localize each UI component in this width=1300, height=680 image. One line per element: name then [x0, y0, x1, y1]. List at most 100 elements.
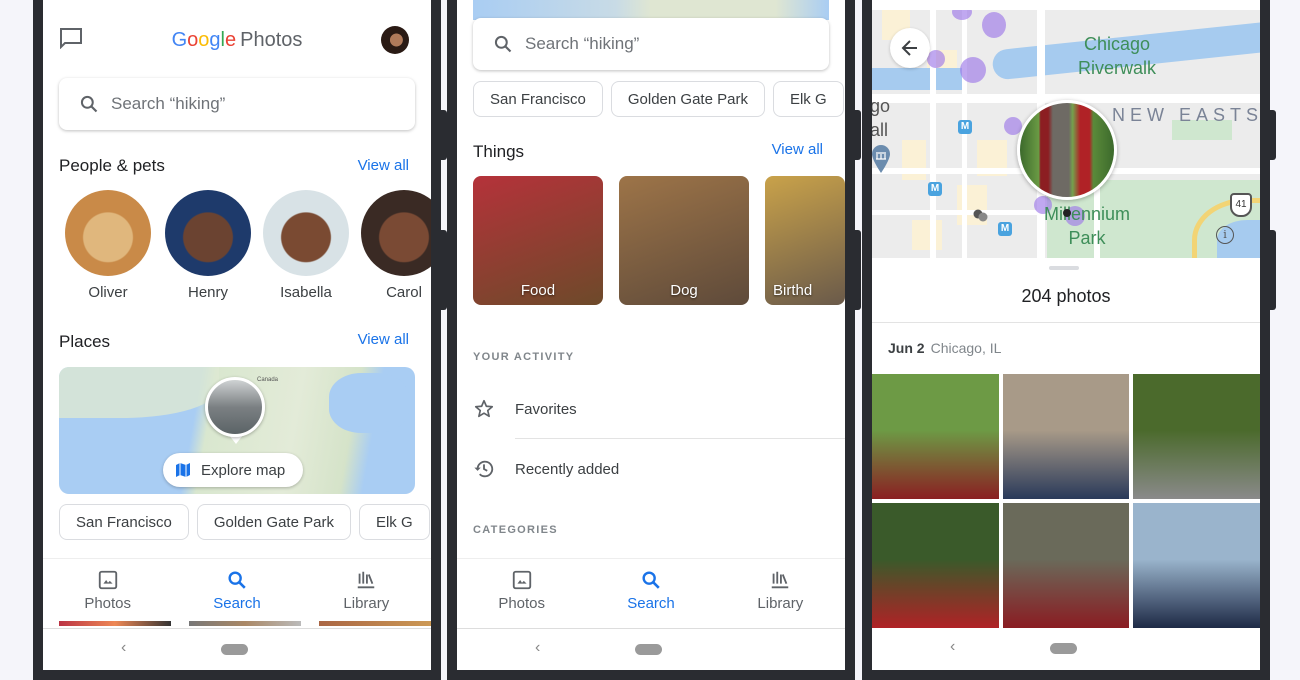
account-avatar[interactable]	[381, 26, 409, 54]
map-road	[962, 10, 967, 258]
peek-photo	[59, 621, 171, 626]
photo-thumbnail[interactable]	[872, 374, 999, 499]
place-chip[interactable]: Golden Gate Park	[610, 81, 765, 117]
place-chip[interactable]: San Francisco	[59, 504, 189, 540]
info-icon[interactable]: i	[1216, 226, 1234, 244]
people-carousel: Oliver Henry Isabella Carol	[63, 190, 431, 310]
screen: Google Photos Search “hiking” People & pe…	[43, 0, 431, 670]
system-back-button[interactable]: ‹	[535, 639, 540, 657]
side-button	[855, 110, 861, 160]
logo-letter: o	[187, 29, 199, 51]
things-view-all-link[interactable]: View all	[772, 141, 823, 158]
photo-thumbnail[interactable]	[872, 503, 999, 628]
back-button[interactable]	[890, 28, 930, 68]
thing-label: Birthd	[773, 282, 813, 299]
logo-letter: e	[225, 29, 237, 51]
map-road	[872, 210, 1052, 215]
photo-icon	[98, 570, 117, 590]
map-preview-edge	[473, 0, 829, 20]
search-placeholder: Search “hiking”	[525, 34, 640, 53]
thing-card[interactable]: Food	[473, 176, 603, 305]
things-carousel: Food Dog Birthd	[473, 176, 845, 306]
nav-search[interactable]: Search	[586, 559, 715, 626]
nav-photos[interactable]: Photos	[457, 559, 586, 626]
peek-photo	[319, 621, 431, 626]
system-home-button[interactable]	[635, 644, 662, 655]
map-icon	[176, 463, 190, 477]
thing-card[interactable]: Birthd	[765, 176, 845, 305]
divider	[872, 322, 1260, 323]
nav-search[interactable]: Search	[172, 559, 301, 626]
favorites-item[interactable]: Favorites	[457, 381, 845, 437]
system-back-button[interactable]: ‹	[950, 638, 955, 656]
thing-label: Food	[520, 282, 556, 299]
system-back-button[interactable]: ‹	[121, 639, 126, 657]
map-photo-pin[interactable]	[1017, 100, 1117, 200]
map-label-riverwalk: Chicago Riverwalk	[1077, 34, 1156, 78]
person-item[interactable]: Carol	[359, 190, 431, 301]
search-icon	[228, 571, 246, 589]
place-chip[interactable]: Elk G	[772, 81, 844, 117]
google-photos-logo: Google Photos	[43, 29, 431, 52]
camera-cluster-icon	[973, 209, 988, 222]
place-map[interactable]: Chicago Riverwalk NEW EASTSI Millennium …	[872, 10, 1260, 258]
metro-icon: M	[928, 182, 942, 196]
recently-added-item[interactable]: Recently added	[457, 441, 845, 497]
nav-label: Library	[757, 595, 804, 612]
places-map-preview[interactable]: Canada Explore map	[59, 367, 415, 494]
system-nav-bar: ‹	[872, 628, 1260, 670]
phone-search-scrolled: Search “hiking” San Francisco Golden Gat…	[447, 0, 861, 680]
favorites-label: Favorites	[515, 400, 577, 418]
nav-library[interactable]: Library	[302, 559, 431, 626]
photo-thumbnail[interactable]	[1002, 374, 1130, 499]
map-block	[902, 140, 926, 180]
person-name: Isabella	[280, 284, 332, 301]
map-block	[912, 220, 942, 250]
person-item[interactable]: Henry	[163, 190, 253, 301]
places-view-all-link[interactable]: View all	[358, 331, 409, 348]
nav-label: Photos	[498, 595, 546, 612]
explore-map-button[interactable]: Explore map	[163, 453, 304, 487]
place-chip[interactable]: San Francisco	[473, 81, 603, 117]
map-label-district: NEW EASTSI	[1112, 105, 1260, 125]
person-face	[361, 190, 431, 276]
photo-thumbnail[interactable]	[1133, 503, 1260, 628]
photo-density-dot	[927, 50, 945, 68]
map-label: Canada	[257, 377, 279, 383]
map-photo-pin[interactable]	[205, 377, 265, 437]
photo-thumbnail[interactable]	[1002, 503, 1130, 628]
history-icon	[474, 460, 494, 478]
person-face	[65, 190, 151, 276]
system-home-button[interactable]	[1050, 643, 1077, 654]
person-item[interactable]: Isabella	[261, 190, 351, 301]
search-input[interactable]: Search “hiking”	[59, 78, 415, 130]
date-header: Jun 2 Chicago, IL	[888, 340, 1001, 356]
library-icon	[358, 571, 375, 589]
people-view-all-link[interactable]: View all	[358, 157, 409, 174]
map-land	[59, 367, 220, 418]
person-item[interactable]: Oliver	[63, 190, 153, 301]
side-button	[855, 230, 861, 310]
search-input[interactable]: Search “hiking”	[473, 18, 829, 70]
system-home-button[interactable]	[221, 644, 248, 655]
nav-library[interactable]: Library	[716, 559, 845, 626]
search-icon	[642, 571, 660, 589]
divider	[515, 438, 845, 439]
place-chip[interactable]: Golden Gate Park	[196, 504, 351, 540]
map-river	[872, 68, 967, 90]
photo-date: Jun 2	[888, 340, 925, 356]
recently-added-label: Recently added	[515, 460, 620, 478]
drag-handle[interactable]	[1049, 266, 1079, 270]
library-icon	[772, 571, 789, 589]
nav-photos[interactable]: Photos	[43, 559, 172, 626]
search-placeholder: Search “hiking”	[111, 94, 226, 113]
photo-density-dot	[960, 57, 986, 83]
place-chip[interactable]: Elk G	[358, 504, 430, 540]
map-road	[930, 10, 936, 258]
system-nav-bar: ‹	[457, 628, 845, 670]
photo-thumbnail[interactable]	[1133, 374, 1260, 499]
thing-card[interactable]: Dog	[619, 176, 749, 305]
peek-photo	[189, 621, 301, 626]
highway-shield: 41	[1230, 193, 1252, 217]
phone-search-home: Google Photos Search “hiking” People & pe…	[33, 0, 447, 680]
